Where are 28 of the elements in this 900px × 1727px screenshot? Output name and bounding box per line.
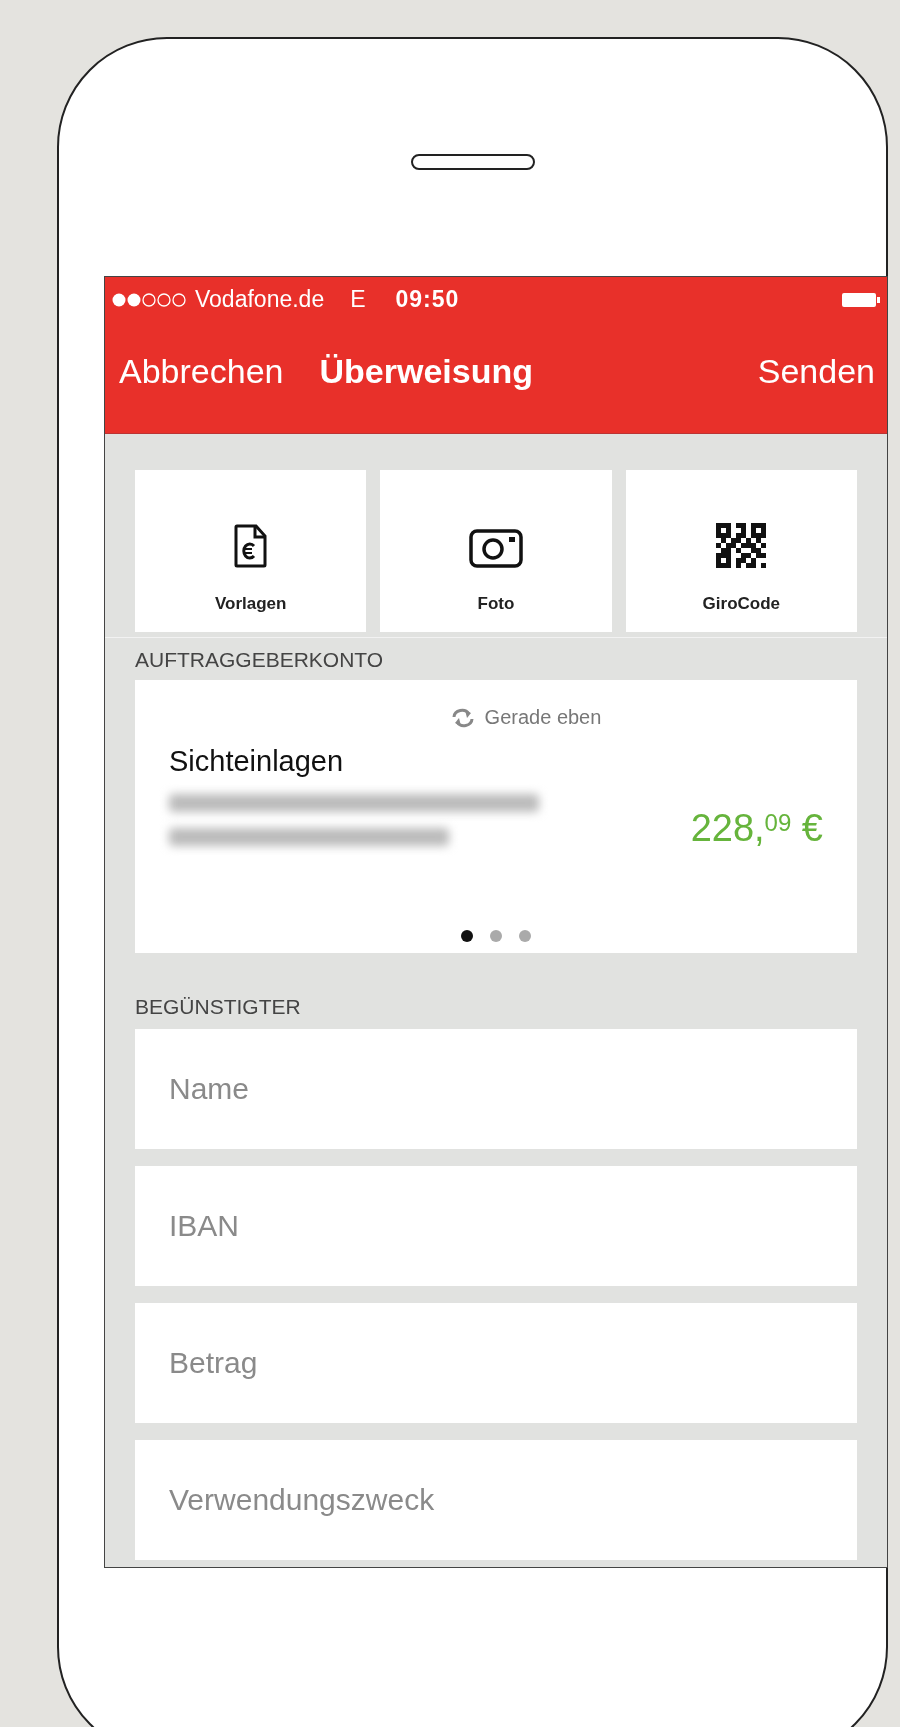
action-tile[interactable]: GiroCode [625, 470, 857, 632]
input-field[interactable]: IBAN [135, 1166, 857, 1286]
page-dot[interactable] [461, 930, 473, 942]
network-type: E [350, 286, 366, 313]
carrier-name: Vodafone.de [195, 286, 325, 313]
account-card[interactable]: Gerade eben Sichteinlagen 228,$^{09}$ € [135, 680, 857, 953]
screen-title: Überweisung [319, 352, 533, 391]
qr-code-icon [716, 523, 767, 568]
signal-icon [111, 291, 187, 308]
camera-icon [469, 528, 523, 568]
input-field[interactable]: Verwendungszweck [135, 1440, 857, 1560]
account-name: Sichteinlagen [169, 745, 345, 778]
section-header: AUFTRAGGEBERKONTO [134, 647, 385, 673]
section-header: BEGÜNSTIGTER [134, 994, 302, 1020]
clock-time: 09:50 [395, 286, 460, 313]
page-dot[interactable] [519, 930, 531, 942]
action-tile[interactable]: Vorlagen [135, 470, 367, 632]
action-tile[interactable]: Foto [380, 470, 612, 632]
input-field[interactable]: Betrag [135, 1303, 857, 1423]
input-field[interactable]: Name [135, 1029, 857, 1149]
cancel-button[interactable]: Abbrechen [119, 352, 284, 391]
account-balance: 228,$^{09}$ € [690, 807, 823, 850]
battery-icon [841, 291, 881, 308]
refresh-icon [450, 706, 475, 729]
send-button[interactable]: Senden [757, 352, 875, 391]
update-time: Gerade eben [484, 706, 602, 729]
document-euro-icon [233, 524, 268, 568]
page-dot[interactable] [490, 930, 502, 942]
